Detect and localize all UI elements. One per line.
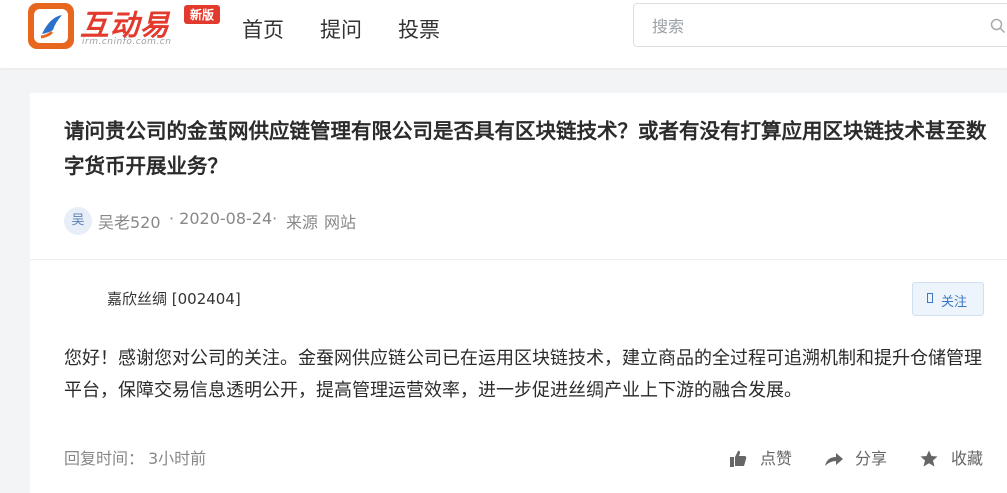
logo-icon[interactable] <box>28 3 74 49</box>
question-title: 请问贵公司的金茧网供应链管理有限公司是否具有区块链技术？或者有没有打算应用区块链… <box>64 119 987 178</box>
share-icon <box>825 453 843 466</box>
question-date: · 2020-08-24· <box>169 209 278 228</box>
author-name[interactable]: 吴老520 <box>98 209 161 233</box>
new-version-badge: 新版 <box>184 5 221 24</box>
bookmark-icon <box>927 293 933 303</box>
nav-ask[interactable]: 提问 <box>320 14 362 44</box>
company-name[interactable]: 嘉欣丝绸 [002404] <box>107 288 241 309</box>
search-box[interactable] <box>633 3 1007 47</box>
source-value: 网站 <box>324 213 357 232</box>
star-icon <box>920 450 938 467</box>
nav-vote[interactable]: 投票 <box>398 14 440 44</box>
nav-home[interactable]: 首页 <box>242 14 284 44</box>
like-label: 点赞 <box>760 449 793 468</box>
reply-time: 3小时前 <box>148 449 207 468</box>
reply-time-label: 回复时间： <box>64 449 145 468</box>
logo-subtitle: irm.cninfo.com.cn <box>82 37 172 47</box>
avatar[interactable]: 吴 <box>64 207 92 235</box>
favorite-label: 收藏 <box>951 449 984 468</box>
search-icon[interactable] <box>990 18 1006 34</box>
thumbs-up-icon <box>730 450 747 467</box>
divider <box>30 259 1007 260</box>
follow-button[interactable]: 关注 <box>912 282 984 316</box>
answer-text: 您好！感谢您对公司的关注。金蚕网供应链公司已在运用区块链技术，建立商品的全过程可… <box>64 348 982 401</box>
follow-label: 关注 <box>941 295 968 310</box>
top-header: 互动易 irm.cninfo.com.cn 新版 首页 提问 投票 <box>0 0 1007 68</box>
share-label: 分享 <box>855 449 888 468</box>
search-input[interactable] <box>650 14 974 38</box>
source-label: 来源 <box>286 213 319 232</box>
